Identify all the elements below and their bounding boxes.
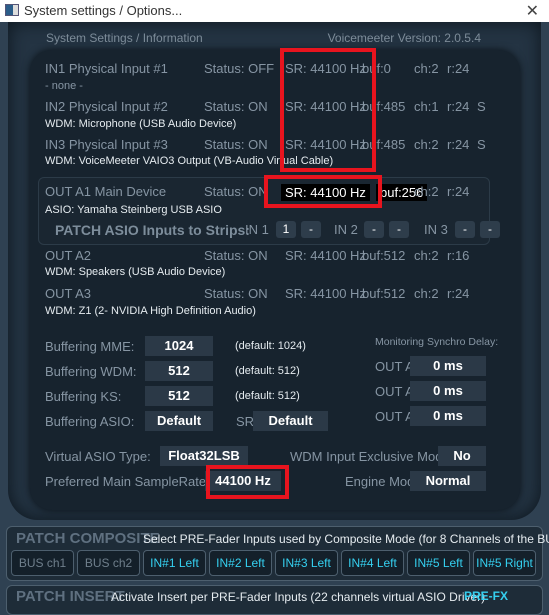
in1-name[interactable]: IN1 Physical Input #1	[45, 61, 168, 76]
in3-s: S	[477, 137, 486, 152]
composite-button[interactable]: IN#5 Right	[473, 550, 536, 576]
composite-button[interactable]: IN#4 Left	[341, 550, 404, 576]
highlight-box	[264, 175, 382, 208]
in2-driver[interactable]: WDM: Microphone (USB Audio Device)	[45, 118, 236, 130]
wdm-exclusive-button[interactable]: No	[438, 446, 486, 466]
buffering-asio-button[interactable]: Default	[145, 411, 213, 431]
buffering-mme-default: (default: 1024)	[235, 340, 306, 352]
highlight-box	[280, 48, 376, 172]
monitor-a1-button[interactable]: 0 ms	[410, 356, 486, 376]
buffering-wdm-label: Buffering WDM:	[45, 364, 137, 379]
window-title: System settings / Options...	[24, 3, 183, 18]
out-a3-buf: buf:512	[362, 286, 406, 301]
patch-asio-label: PATCH ASIO Inputs to Strips:	[55, 222, 250, 238]
out-a2-r: r:16	[447, 248, 470, 263]
composite-button[interactable]: IN#2 Left	[209, 550, 272, 576]
out-a3-status: Status: ON	[204, 286, 268, 301]
patch-insert-title: PATCH INSERT	[16, 588, 125, 605]
buffering-ks-button[interactable]: 512	[145, 386, 213, 406]
insert-mode-button[interactable]: PRE-FX	[464, 589, 508, 603]
out-a2-sr: SR: 44100 Hz	[285, 248, 366, 263]
patch-composite-title: PATCH COMPOSITE	[16, 530, 160, 547]
preferred-sr-label: Preferred Main SampleRate	[45, 474, 207, 489]
patch-composite-desc: Select PRE-Fader Inputs used by Composit…	[143, 532, 549, 546]
out-a2-name[interactable]: OUT A2	[45, 248, 91, 263]
in1-ch: ch:2	[414, 61, 439, 76]
monitor-a2-button[interactable]: 0 ms	[410, 381, 486, 401]
in1-driver[interactable]: - none -	[45, 80, 83, 92]
buffering-wdm-default: (default: 512)	[235, 365, 300, 377]
version-label: Voicemeeter Version: 2.0.5.4	[327, 31, 481, 45]
patch-in3-right[interactable]: -	[480, 221, 500, 238]
virtual-asio-button[interactable]: Float32LSB	[160, 446, 248, 466]
composite-button[interactable]: IN#1 Left	[143, 550, 206, 576]
out-a2-ch: ch:2	[414, 248, 439, 263]
buffering-mme-label: Buffering MME:	[45, 339, 135, 354]
composite-button[interactable]: BUS ch1	[11, 550, 74, 576]
out-a2-status: Status: ON	[204, 248, 268, 263]
title-bar: System settings / Options... ✕	[0, 0, 549, 22]
in2-s: S	[477, 99, 486, 114]
in1-status: Status: OFF	[204, 61, 275, 76]
panel-title: System Settings / Information	[46, 31, 203, 45]
out-a3-name[interactable]: OUT A3	[45, 286, 91, 301]
patch-in2-label: IN 2	[334, 222, 358, 237]
virtual-asio-label: Virtual ASIO Type:	[45, 449, 151, 464]
composite-button[interactable]: IN#5 Left	[407, 550, 470, 576]
out-a1-r: r:24	[447, 184, 470, 199]
patch-in2-right[interactable]: -	[389, 221, 409, 238]
out-a3-r: r:24	[447, 286, 470, 301]
patch-in3-left[interactable]: -	[455, 221, 475, 238]
patch-in3-label: IN 3	[424, 222, 448, 237]
in2-name[interactable]: IN2 Physical Input #2	[45, 99, 168, 114]
out-a1-driver[interactable]: ASIO: Yamaha Steinberg USB ASIO	[45, 204, 222, 216]
in3-ch: ch:2	[414, 137, 439, 152]
in2-status: Status: ON	[204, 99, 268, 114]
in3-name[interactable]: IN3 Physical Input #3	[45, 137, 168, 152]
composite-button[interactable]: BUS ch2	[77, 550, 140, 576]
out-a3-driver[interactable]: WDM: Z1 (2- NVIDIA High Definition Audio…	[45, 305, 256, 317]
in1-r: r:24	[447, 61, 470, 76]
in3-status: Status: ON	[204, 137, 268, 152]
out-a1-ch: ch:2	[414, 184, 439, 199]
asio-sr-button[interactable]: Default	[253, 411, 328, 431]
out-a2-buf: buf:512	[362, 248, 406, 263]
out-a2-driver[interactable]: WDM: Speakers (USB Audio Device)	[45, 266, 225, 278]
monitoring-title: Monitoring Synchro Delay:	[375, 336, 499, 348]
out-a3-ch: ch:2	[414, 286, 439, 301]
patch-insert-desc: Activate Insert per PRE-Fader Inputs (22…	[111, 590, 486, 604]
buffering-ks-default: (default: 512)	[235, 390, 300, 402]
close-icon[interactable]: ✕	[526, 1, 539, 21]
buffering-asio-label: Buffering ASIO:	[45, 414, 135, 429]
in2-r: r:24	[447, 99, 470, 114]
patch-in1-left[interactable]: 1	[276, 221, 296, 238]
highlight-box	[206, 465, 289, 499]
patch-in1-label: IN 1	[245, 222, 269, 237]
engine-mode-button[interactable]: Normal	[410, 471, 486, 491]
monitor-a3-button[interactable]: 0 ms	[410, 406, 486, 426]
wdm-exclusive-label: WDM Input Exclusive Mode:	[290, 449, 454, 464]
buffering-wdm-button[interactable]: 512	[145, 361, 213, 381]
out-a3-sr: SR: 44100 Hz	[285, 286, 366, 301]
buffering-mme-button[interactable]: 1024	[145, 336, 213, 356]
in2-ch: ch:1	[414, 99, 439, 114]
in3-r: r:24	[447, 137, 470, 152]
app-icon	[5, 4, 19, 16]
out-a1-name[interactable]: OUT A1 Main Device	[45, 184, 166, 199]
patch-in1-right[interactable]: -	[301, 221, 321, 238]
out-a1-status: Status: ON	[204, 184, 268, 199]
patch-in2-left[interactable]: -	[364, 221, 384, 238]
buffering-ks-label: Buffering KS:	[45, 389, 122, 404]
composite-button[interactable]: IN#3 Left	[275, 550, 338, 576]
